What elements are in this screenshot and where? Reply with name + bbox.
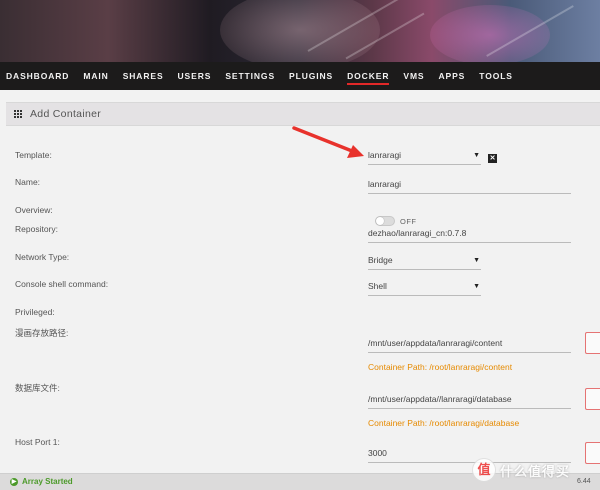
privileged-state: OFF [400,217,417,226]
nav-item-shares[interactable]: SHARES [123,62,164,90]
nav-item-vms[interactable]: VMS [403,62,424,90]
repository-input[interactable]: dezhao/lanraragi_cn:0.7.8 [368,226,571,243]
array-status-text: Array Started [22,477,73,486]
comic-container-path: Container Path: /root/lanraragi/content [368,362,513,372]
toggle-knob [376,217,384,225]
name-label: Name: [15,177,41,187]
nav-item-dashboard[interactable]: DASHBOARD [6,62,69,90]
console-shell-value: Shell [368,281,387,291]
section-header: Add Container [6,102,600,126]
comic-path-input[interactable]: /mnt/user/appdata/lanraragi/content [368,336,571,353]
nav-item-docker[interactable]: DOCKER [347,62,390,90]
network-type-value: Bridge [368,255,393,265]
add-container-panel: Add Container Template: lanraragi ▼ ✕ Na… [0,90,600,473]
watermark: 值 什么值得买 [472,458,570,482]
console-shell-select[interactable]: Shell ▼ [368,279,481,296]
repository-label: Repository: [15,224,58,234]
database-path-label: 数据库文件: [15,383,60,393]
nav-item-apps[interactable]: APPS [439,62,466,90]
console-shell-label: Console shell command: [15,279,109,289]
remove-path-button[interactable] [585,388,600,410]
privileged-label: Privileged: [15,307,55,317]
chevron-down-icon: ▼ [473,257,480,264]
database-container-path: Container Path: /root/lanraragi/database [368,418,520,428]
nav-item-main[interactable]: MAIN [83,62,108,90]
grid-icon [14,109,23,119]
network-type-select[interactable]: Bridge ▼ [368,253,481,270]
privileged-toggle[interactable] [375,216,395,226]
database-path-input[interactable]: /mnt/user/appdata//lanraragi/database [368,392,571,409]
remove-port-button[interactable] [585,442,600,464]
header-banner-image [0,0,600,62]
host-port-label: Host Port 1: [15,437,60,447]
template-select[interactable]: lanraragi ▼ [368,148,481,165]
nav-item-plugins[interactable]: PLUGINS [289,62,333,90]
main-nav: DASHBOARD MAIN SHARES USERS SETTINGS PLU… [0,62,600,90]
watermark-text: 什么值得买 [500,463,571,479]
nav-item-settings[interactable]: SETTINGS [225,62,275,90]
remove-template-icon[interactable]: ✕ [488,154,497,163]
chevron-down-icon: ▼ [473,283,480,290]
array-status: ▶ Array Started [10,477,73,486]
nav-item-users[interactable]: USERS [178,62,212,90]
nav-item-tools[interactable]: TOOLS [479,62,513,90]
play-icon: ▶ [10,477,18,486]
template-select-value: lanraragi [368,150,402,160]
watermark-logo-icon: 值 [472,458,496,482]
remove-path-button[interactable] [585,332,600,354]
overview-label: Overview: [15,205,53,215]
section-title: Add Container [30,108,102,120]
template-label: Template: [15,150,52,160]
comic-path-label: 漫画存放路径: [15,328,69,338]
network-type-label: Network Type: [15,252,70,262]
chevron-down-icon: ▼ [473,152,480,159]
version-text: 6.44 [577,478,591,485]
name-input[interactable]: lanraragi [368,177,571,194]
